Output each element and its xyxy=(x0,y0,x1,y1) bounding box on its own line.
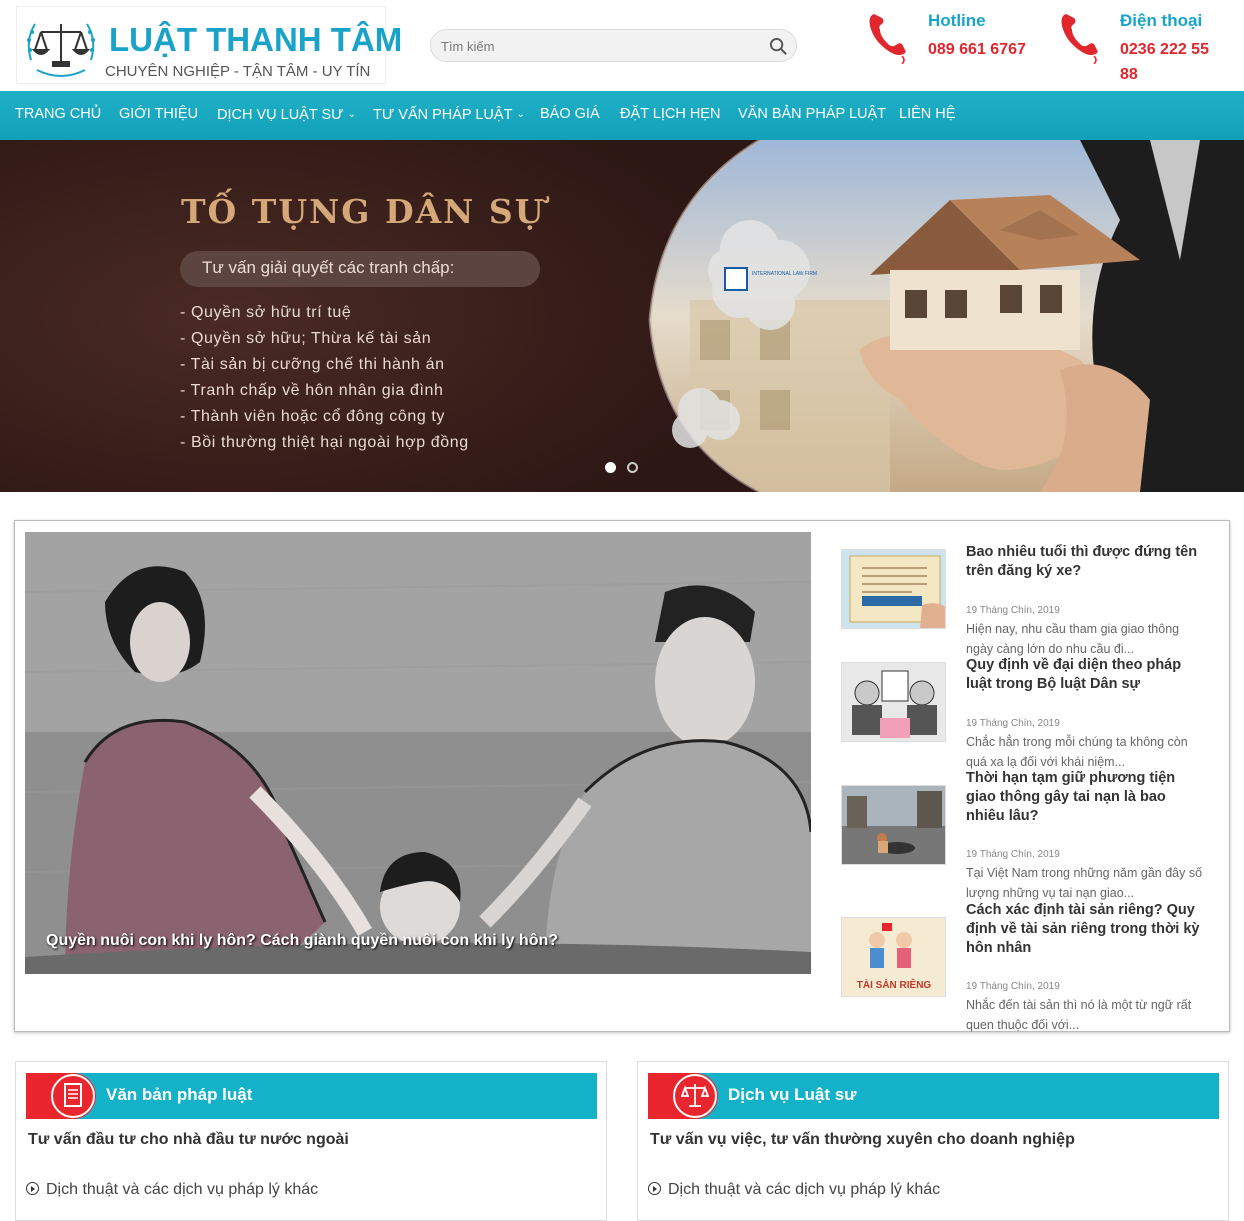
box-subtitle-link[interactable]: Tư vấn đầu tư cho nhà đầu tư nước ngoài xyxy=(28,1131,349,1149)
slider-dot-1-active[interactable] xyxy=(605,462,616,473)
scales-icon xyxy=(673,1074,717,1118)
nav-label: TRANG CHỦ xyxy=(15,106,102,122)
phone-icon xyxy=(866,10,914,69)
box-badge xyxy=(26,1073,96,1119)
phone-number-line2: 88 xyxy=(1120,66,1138,83)
post-title[interactable]: Quy định về đại diện theo pháp luật tron… xyxy=(966,656,1206,694)
main-nav: TRANG CHỦ GIỚI THIỆU DỊCH VỤ LUẬT SƯ ⌄ TƯ… xyxy=(0,91,1244,140)
box-link-label: Dịch thuật và các dịch vụ pháp lý khác xyxy=(668,1181,941,1198)
hero-caption[interactable]: Quyền nuôi con khi ly hôn? Cách giành qu… xyxy=(46,932,558,950)
hotline-number: 089 661 6767 xyxy=(928,41,1026,58)
box-list-link[interactable]: Dịch thuật và các dịch vụ pháp lý khác xyxy=(26,1181,318,1199)
nav-item-lawyer-services[interactable]: DỊCH VỤ LUẬT SƯ ⌄ xyxy=(217,91,356,140)
banner-list-item: - Thành viên hoặc cổ đông công ty xyxy=(180,408,446,425)
post-title[interactable]: Thời hạn tạm giữ phương tiện giao thông … xyxy=(966,769,1206,826)
arrow-circle-icon xyxy=(648,1182,661,1195)
scales-of-justice-icon xyxy=(27,23,95,77)
box-title: Dịch vụ Luật sư xyxy=(728,1085,857,1104)
nav-label: GIỚI THIỆU xyxy=(119,106,199,122)
box-subtitle-link[interactable]: Tư vấn vụ việc, tư vấn thường xuyên cho … xyxy=(650,1131,1075,1149)
legal-documents-box: Văn bản pháp luật Tư vấn đầu tư cho nhà … xyxy=(15,1061,607,1221)
nav-label: DỊCH VỤ LUẬT SƯ xyxy=(217,107,344,123)
nav-item-contact[interactable]: LIÊN HỆ xyxy=(899,91,955,140)
nav-label: VĂN BẢN PHÁP LUẬT xyxy=(738,106,887,122)
chevron-down-icon: ⌄ xyxy=(347,109,356,120)
logo-tagline: CHUYÊN NGHIỆP - TẬN TÂM - UY TÍN xyxy=(105,63,371,80)
site-logo[interactable]: LUẬT THANH TÂM CHUYÊN NGHIỆP - TẬN TÂM -… xyxy=(16,6,402,84)
hero-banner-slider[interactable]: INTERNATIONAL LAW FIRM TỐ TỤNG DÂN SỰ Tư… xyxy=(0,140,1244,492)
slider-dot-2[interactable] xyxy=(627,462,638,473)
nav-item-legal-documents[interactable]: VĂN BẢN PHÁP LUẬT xyxy=(738,91,886,140)
search-bar xyxy=(430,29,797,62)
phone-label: Điện thoại xyxy=(1120,11,1203,30)
thumb-text: TÀI SẢN RIÊNG xyxy=(857,978,932,991)
post-thumbnail[interactable]: TÀI SẢN RIÊNG xyxy=(841,917,946,997)
svg-text:INTERNATIONAL LAW FIRM: INTERNATIONAL LAW FIRM xyxy=(752,271,817,277)
featured-posts-panel: Quyền nuôi con khi ly hôn? Cách giành qu… xyxy=(14,520,1230,1032)
post-title[interactable]: Cách xác định tài sản riêng? Quy định về… xyxy=(966,901,1206,958)
nav-item-about[interactable]: GIỚI THIỆU xyxy=(119,91,198,140)
banner-list-item: - Tranh chấp về hôn nhân gia đình xyxy=(180,382,444,399)
post-thumbnail[interactable] xyxy=(841,662,946,742)
chevron-down-icon: ⌄ xyxy=(516,109,525,120)
phone-number: 0236 222 55 88 xyxy=(1120,37,1209,87)
search-input[interactable] xyxy=(441,37,761,55)
post-date: 19 Tháng Chín, 2019 xyxy=(966,718,1060,729)
post-thumbnail[interactable] xyxy=(841,549,946,629)
box-badge xyxy=(648,1073,718,1119)
post-date: 19 Tháng Chín, 2019 xyxy=(966,981,1060,992)
featured-hero-post[interactable]: Quyền nuôi con khi ly hôn? Cách giành qu… xyxy=(25,532,811,974)
hotline-block[interactable]: Hotline 089 661 6767 xyxy=(866,8,1036,88)
box-list-link[interactable]: Dịch thuật và các dịch vụ pháp lý khác xyxy=(648,1181,940,1199)
banner-list-item: - Tài sản bị cưỡng chế thi hành án xyxy=(180,356,445,373)
phone-icon xyxy=(1058,10,1106,69)
post-title[interactable]: Bao nhiêu tuổi thì được đứng tên trên đă… xyxy=(966,543,1206,581)
banner-list-item: - Quyền sở hữu; Thừa kế tài sản xyxy=(180,330,432,347)
post-date: 19 Tháng Chín, 2019 xyxy=(966,849,1060,860)
banner-subtitle-pill: Tư vấn giải quyết các tranh chấp: xyxy=(180,251,540,287)
post-excerpt: Nhắc đến tài sản thì nó là một từ ngữ rấ… xyxy=(966,998,1192,1032)
box-link-label: Dịch thuật và các dịch vụ pháp lý khác xyxy=(46,1181,319,1198)
hero-illustration-image xyxy=(25,532,811,974)
post-excerpt: Chắc hẳn trong mỗi chúng ta không còn qu… xyxy=(966,735,1188,769)
post-date: 19 Tháng Chín, 2019 xyxy=(966,605,1060,616)
post-excerpt: Tại Việt Nam trong những năm gần đây số … xyxy=(966,866,1203,900)
search-icon[interactable] xyxy=(769,37,788,61)
nav-item-home[interactable]: TRANG CHỦ xyxy=(15,91,101,140)
banner-subtitle: Tư vấn giải quyết các tranh chấp: xyxy=(202,258,455,277)
document-icon xyxy=(51,1074,95,1118)
hotline-label: Hotline xyxy=(928,11,986,30)
nav-item-booking[interactable]: ĐẶT LỊCH HẸN xyxy=(620,91,720,140)
nav-item-pricing[interactable]: BÁO GIÁ xyxy=(540,91,600,140)
banner-list: - Quyền sở hữu trí tuệ - Quyền sở hữu; T… xyxy=(180,300,469,456)
banner-title: TỐ TỤNG DÂN SỰ xyxy=(181,192,546,231)
phone-number-line1: 0236 222 55 xyxy=(1120,41,1209,58)
box-header[interactable]: Dịch vụ Luật sư xyxy=(648,1073,1219,1119)
nav-label: LIÊN HỆ xyxy=(899,106,956,122)
lawyer-services-box: Dịch vụ Luật sư Tư vấn vụ việc, tư vấn t… xyxy=(637,1061,1229,1221)
box-title: Văn bản pháp luật xyxy=(106,1085,253,1104)
arrow-circle-icon xyxy=(26,1182,39,1195)
nav-item-legal-advice[interactable]: TƯ VẤN PHÁP LUẬT ⌄ xyxy=(373,91,525,140)
post-excerpt: Hiện nay, nhu cầu tham gia giao thông ng… xyxy=(966,622,1180,656)
nav-label: BÁO GIÁ xyxy=(540,106,600,122)
box-header[interactable]: Văn bản pháp luật xyxy=(26,1073,597,1119)
nav-label: ĐẶT LỊCH HẸN xyxy=(620,106,721,122)
post-thumbnail[interactable] xyxy=(841,785,946,865)
phone-block[interactable]: Điện thoại 0236 222 55 88 xyxy=(1058,8,1238,90)
logo-name: LUẬT THANH TÂM xyxy=(109,21,403,58)
banner-list-item: - Quyền sở hữu trí tuệ xyxy=(180,304,352,321)
nav-label: TƯ VẤN PHÁP LUẬT xyxy=(373,107,513,123)
banner-list-item: - Bồi thường thiệt hại ngoài hợp đồng xyxy=(180,434,469,451)
site-header: LUẬT THANH TÂM CHUYÊN NGHIỆP - TẬN TÂM -… xyxy=(0,0,1244,91)
